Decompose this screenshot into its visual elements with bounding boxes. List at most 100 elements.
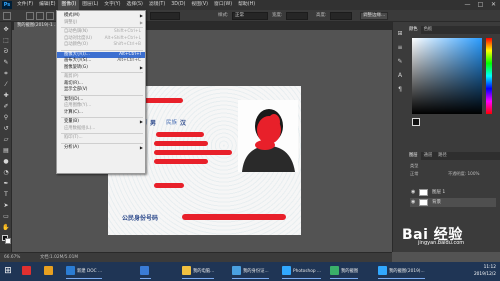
brush-tool-icon[interactable]: ✐	[2, 103, 10, 111]
menu-help[interactable]: 帮助(H)	[235, 0, 258, 10]
background-color-swatch[interactable]	[5, 238, 11, 244]
image-menu-item[interactable]: 分析(A) ▶	[57, 145, 145, 152]
tab-swatches[interactable]: 色板	[421, 26, 436, 34]
paragraph-panel-icon[interactable]: ¶	[396, 86, 404, 94]
layer-thumbnail	[419, 189, 428, 196]
height-input[interactable]	[330, 12, 352, 20]
history-panel-icon[interactable]: ⊞	[396, 30, 404, 38]
minimize-button[interactable]: —	[461, 0, 474, 10]
tab-channels[interactable]: 通道	[421, 152, 436, 160]
visibility-eye-icon[interactable]: ◉	[411, 188, 415, 197]
marquee-tool-icon[interactable]	[3, 12, 11, 20]
app-icon	[22, 266, 31, 275]
taskbar-app[interactable]: 新建 DOC ...	[66, 264, 103, 279]
hand-tool-icon[interactable]: ✋	[2, 224, 10, 232]
menu-select[interactable]: 选择(S)	[124, 0, 146, 10]
redaction-mark	[154, 141, 208, 146]
layer-filter[interactable]: 类型	[410, 162, 496, 169]
taskbar-app[interactable]: 我的电脑...	[182, 264, 215, 279]
menu-image[interactable]: 图像(I)	[58, 0, 80, 10]
width-input[interactable]	[286, 12, 308, 20]
windows-start-icon[interactable]: ⊞	[2, 265, 14, 277]
taskbar-app[interactable]: 我的截图	[330, 264, 359, 279]
type-tool-icon[interactable]: T	[2, 191, 10, 199]
add-selection-icon[interactable]	[36, 12, 44, 20]
marquee-tool-icon[interactable]: ⬚	[2, 37, 10, 45]
eraser-tool-icon[interactable]: ▱	[2, 136, 10, 144]
menu-item-label: 陷印(T)...	[64, 135, 83, 140]
path-select-tool-icon[interactable]: ➤	[2, 202, 10, 210]
layer-row[interactable]: ◉ 背景	[410, 198, 496, 207]
close-button[interactable]: ✕	[487, 0, 500, 10]
image-menu-item[interactable]: 显示全部(V)	[57, 87, 145, 94]
dodge-tool-icon[interactable]: ◔	[2, 169, 10, 177]
menu-view[interactable]: 视图(V)	[188, 0, 211, 10]
opacity-field[interactable]: 不透明度: 100%	[448, 170, 479, 177]
crop-tool-icon[interactable]: ⌗	[2, 70, 10, 78]
feather-input[interactable]	[150, 12, 180, 20]
menu-file[interactable]: 文件(F)	[14, 0, 36, 10]
app-icon	[282, 266, 291, 275]
menu-item-shortcut: Shift+Ctrl+B	[113, 42, 141, 47]
character-panel-icon[interactable]: A	[396, 72, 404, 80]
healing-brush-tool-icon[interactable]: ✚	[2, 92, 10, 100]
move-tool-icon[interactable]: ✥	[2, 26, 10, 34]
menu-3d[interactable]: 3D(D)	[168, 0, 188, 10]
image-menu-item[interactable]: 图像旋转(G) ▶	[57, 65, 145, 72]
history-brush-tool-icon[interactable]: ↺	[2, 125, 10, 133]
redaction-mark	[154, 150, 232, 155]
ethnicity-label: 民族	[166, 120, 178, 126]
eyedropper-tool-icon[interactable]: ⁄	[2, 81, 10, 89]
taskbar-app[interactable]	[44, 264, 55, 279]
style-label: 样式:	[218, 13, 229, 18]
color-picker-field[interactable]	[412, 38, 482, 114]
taskbar-app[interactable]: Photoshop ...	[282, 264, 322, 279]
taskbar-app[interactable]: 我的身份证...	[232, 264, 269, 279]
redaction-mark	[156, 132, 204, 137]
maximize-button[interactable]: □	[474, 0, 487, 10]
layer-blend-mode: 正常 不透明度: 100%	[410, 170, 496, 177]
clone-stamp-tool-icon[interactable]: ⚲	[2, 114, 10, 122]
app-icon	[66, 266, 75, 275]
taskbar-clock[interactable]: 11:12 2019/12/2	[474, 264, 496, 278]
app-icon	[140, 266, 149, 275]
blend-mode-select[interactable]: 正常	[410, 171, 418, 176]
gender-value: 男	[150, 120, 157, 127]
taskbar-app[interactable]: 我的截图(2019)...	[378, 264, 425, 279]
tab-layers[interactable]: 图层	[406, 152, 421, 160]
tab-paths[interactable]: 路径	[435, 152, 450, 160]
current-color-swatch[interactable]	[412, 118, 420, 126]
brush-panel-icon[interactable]: ✎	[396, 58, 404, 66]
quick-select-tool-icon[interactable]: ✎	[2, 59, 10, 67]
menu-separator	[61, 49, 143, 51]
menu-edit[interactable]: 编辑(E)	[36, 0, 58, 10]
image-menu-item[interactable]: 计算(C)...	[57, 110, 145, 117]
window-controls: — □ ✕	[461, 0, 500, 10]
properties-panel-icon[interactable]: ≡	[396, 44, 404, 52]
menu-separator	[61, 142, 143, 144]
menu-type[interactable]: 文字(Y)	[101, 0, 123, 10]
layer-row[interactable]: ◉ 图层 1	[410, 188, 496, 197]
ethnicity-value: 汉	[180, 120, 187, 127]
gradient-tool-icon[interactable]: ▤	[2, 147, 10, 155]
refine-edge-button[interactable]: 调整边缘...	[360, 12, 389, 20]
lasso-tool-icon[interactable]: ᘐ	[2, 48, 10, 56]
visibility-eye-icon[interactable]: ◉	[411, 198, 415, 207]
menu-window[interactable]: 窗口(W)	[211, 0, 235, 10]
menu-item-label: 应用图像(Y)...	[64, 103, 92, 108]
taskbar-app[interactable]	[22, 264, 33, 279]
taskbar-app[interactable]	[140, 264, 151, 279]
layer-name: 背景	[432, 200, 441, 205]
new-selection-icon[interactable]	[26, 12, 34, 20]
menu-filter[interactable]: 滤镜(T)	[146, 0, 168, 10]
blur-tool-icon[interactable]: ●	[2, 158, 10, 166]
shape-tool-icon[interactable]: ▭	[2, 213, 10, 221]
tab-color[interactable]: 颜色	[406, 26, 421, 34]
width-label: 宽度:	[272, 13, 283, 18]
subtract-selection-icon[interactable]	[46, 12, 54, 20]
menu-item-label: 裁剪(P)	[64, 74, 79, 79]
pen-tool-icon[interactable]: ✒	[2, 180, 10, 188]
hue-slider[interactable]	[486, 38, 492, 114]
menu-layer[interactable]: 图层(L)	[79, 0, 101, 10]
style-select[interactable]: 正常	[232, 12, 268, 20]
